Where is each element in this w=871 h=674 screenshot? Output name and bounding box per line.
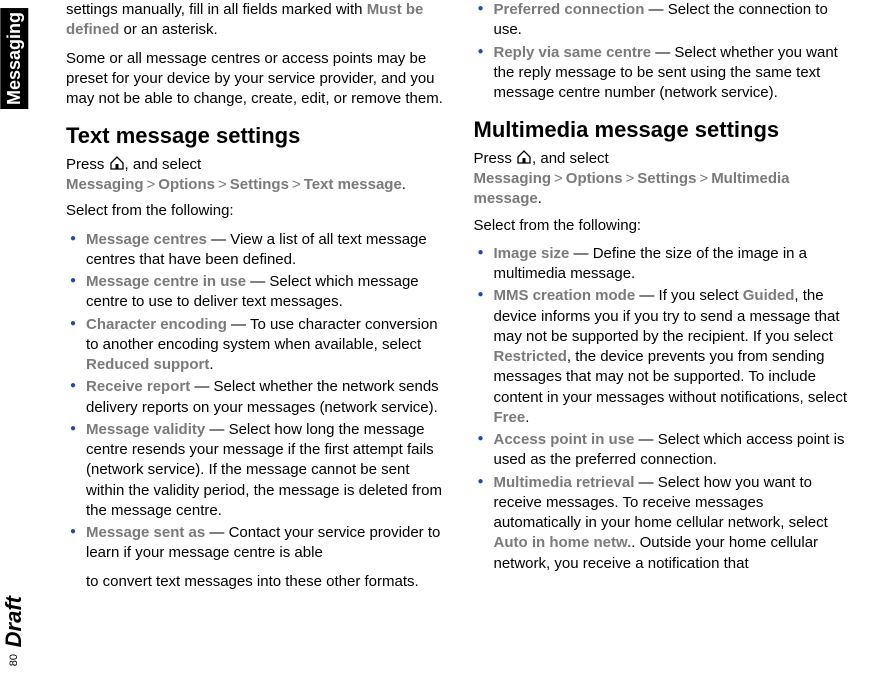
list-item: Preferred connection — Select the connec… xyxy=(474,0,854,41)
text-msg-list-cont: Preferred connection — Select the connec… xyxy=(474,0,854,103)
draft-watermark: Draft xyxy=(0,592,31,651)
text-message-settings-heading: Text message settings xyxy=(66,121,446,151)
preset-note: Some or all message centres or access po… xyxy=(66,49,446,110)
list-item: MMS creation mode — If you select Guided… xyxy=(474,286,854,428)
list-item: Reply via same centre — Select whether y… xyxy=(474,43,854,104)
page-content: settings manually, fill in all fields ma… xyxy=(28,0,871,674)
select-from-mms: Select from the following: xyxy=(474,216,854,236)
multimedia-settings-heading: Multimedia message settings xyxy=(474,115,854,145)
home-icon xyxy=(516,149,532,165)
list-item: Receive report — Select whether the netw… xyxy=(66,377,446,418)
select-from-text-msg: Select from the following: xyxy=(66,201,446,221)
intro-fragment: settings manually, fill in all fields ma… xyxy=(66,0,446,41)
mms-breadcrumb: Press , and select Messaging>Options>Set… xyxy=(474,149,854,210)
list-item: Multimedia retrieval — Select how you wa… xyxy=(474,473,854,574)
list-item: Message centre in use — Select which mes… xyxy=(66,272,446,313)
list-item: Message validity — Select how long the m… xyxy=(66,420,446,521)
page-number: 80 xyxy=(7,654,22,666)
section-tab: Messaging xyxy=(0,8,28,109)
side-bottom: Draft 80 xyxy=(0,592,31,666)
list-item: Image size — Define the size of the imag… xyxy=(474,244,854,285)
list-item: Message sent as — Contact your service p… xyxy=(66,523,446,564)
text-msg-breadcrumb: Press , and select Messaging>Options>Set… xyxy=(66,155,446,196)
mms-list: Image size — Define the size of the imag… xyxy=(474,244,854,574)
text-msg-list: Message centres — View a list of all tex… xyxy=(66,230,446,564)
list-item: Message centres — View a list of all tex… xyxy=(66,230,446,271)
home-icon xyxy=(109,155,125,171)
list-item: Access point in use — Select which acces… xyxy=(474,430,854,471)
list-item: Character encoding — To use character co… xyxy=(66,315,446,376)
side-tabs: Messaging Draft 80 xyxy=(0,0,28,674)
col2-continuation: to convert text messages into these othe… xyxy=(66,572,446,592)
